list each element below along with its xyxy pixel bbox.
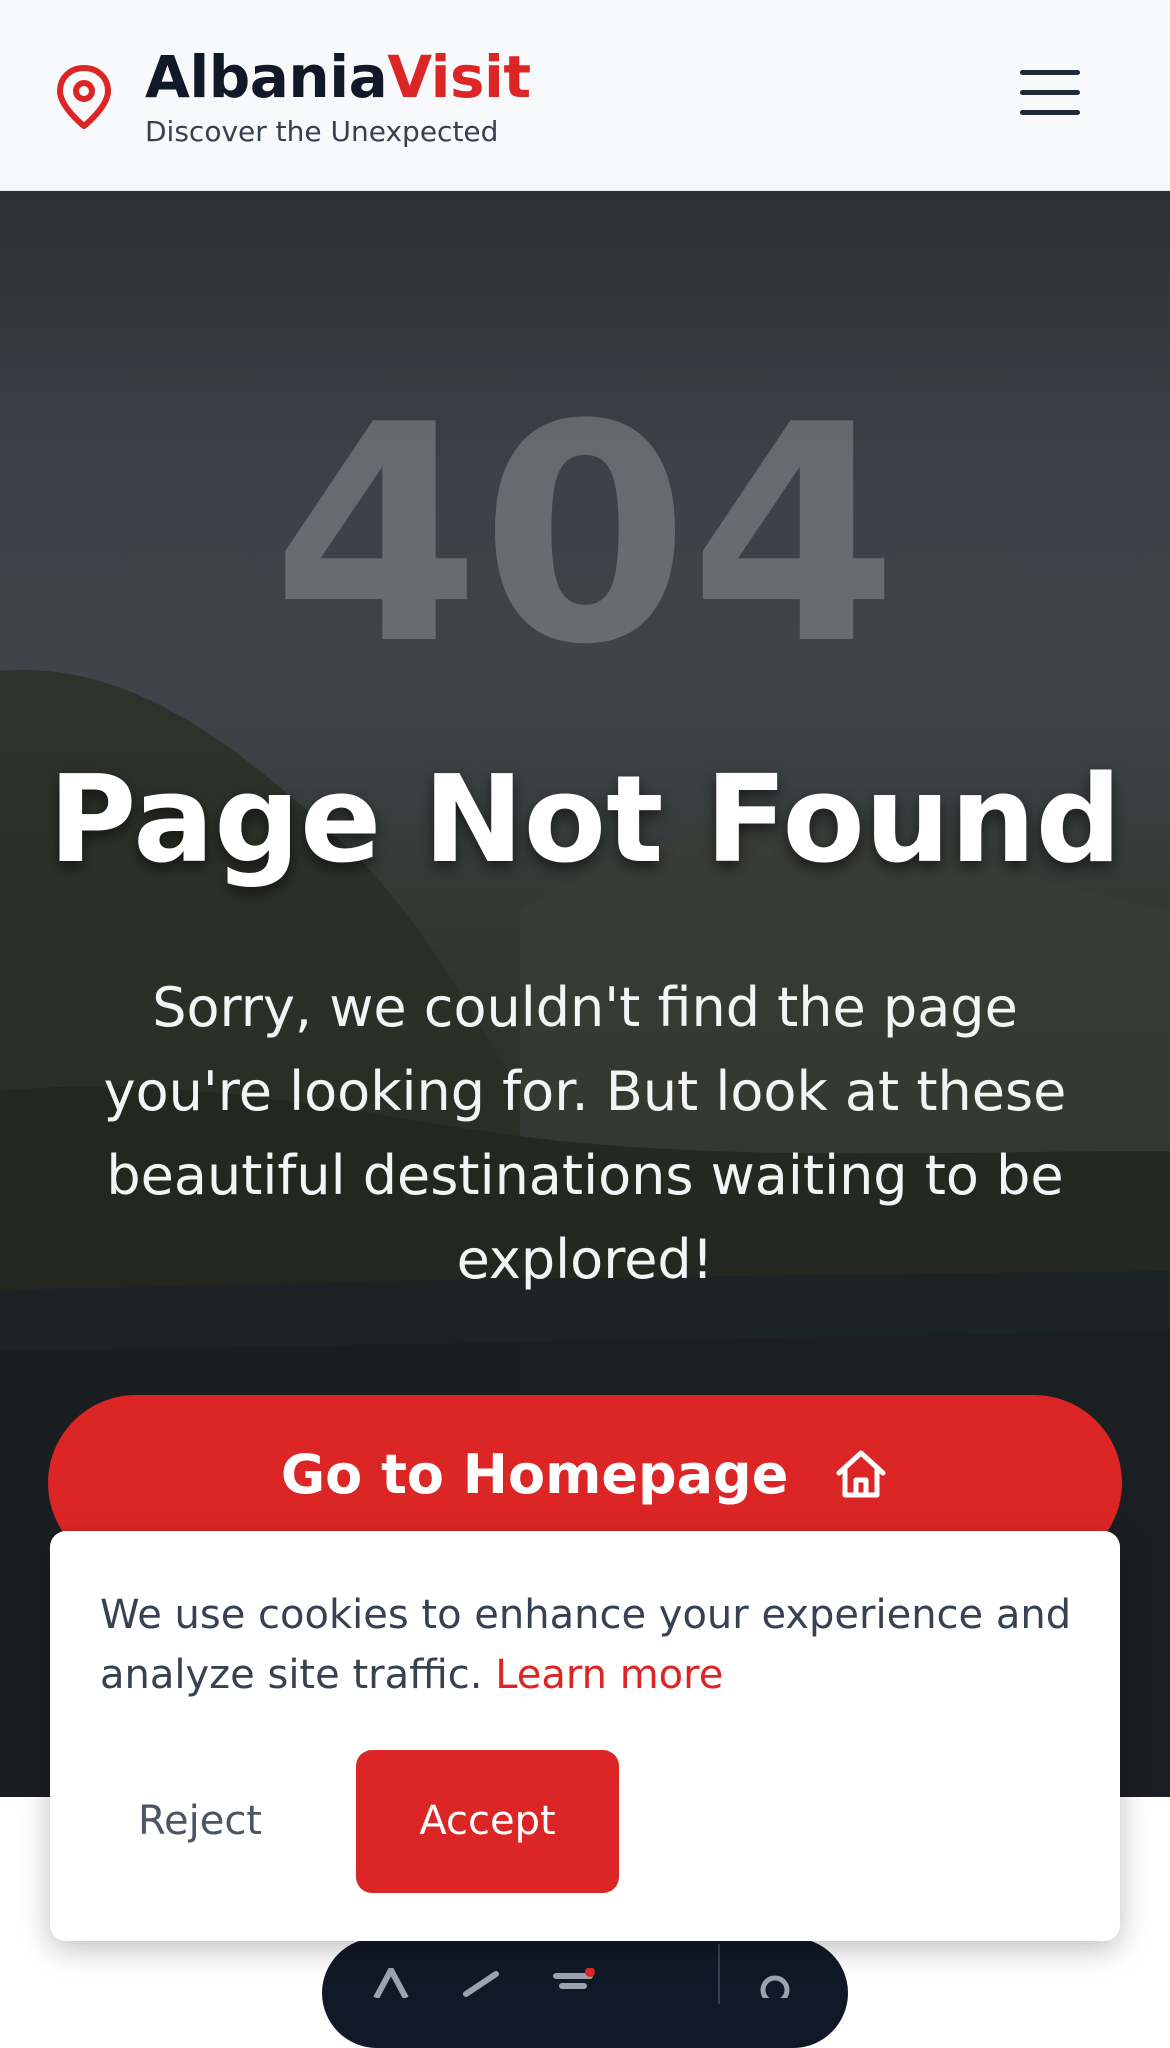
reject-cookies-button[interactable]: Reject: [110, 1750, 290, 1893]
toolbar-divider: [718, 1944, 720, 2004]
settings-gear-icon[interactable]: [752, 1968, 798, 1998]
error-code: 404: [271, 361, 899, 710]
go-to-homepage-label: Go to Homepage: [280, 1443, 789, 1506]
floating-toolbar[interactable]: [322, 1938, 848, 2048]
brand-tagline: Discover the Unexpected: [145, 115, 499, 148]
brand-name: Albania: [145, 43, 388, 111]
error-description: Sorry, we couldn't find the page you're …: [103, 976, 1067, 1291]
hamburger-menu-icon[interactable]: [1020, 70, 1080, 122]
map-pin-icon: [57, 65, 111, 129]
page-title: Page Not Found: [48, 751, 1122, 890]
accept-cookies-button[interactable]: Accept: [356, 1750, 619, 1893]
brush-icon[interactable]: [458, 1968, 504, 1998]
cookie-consent-banner: We use cookies to enhance your experienc…: [50, 1531, 1120, 1941]
cookie-message: We use cookies to enhance your experienc…: [100, 1585, 1080, 1705]
home-icon: [836, 1450, 886, 1498]
filter-icon[interactable]: [550, 1968, 596, 1998]
brand-logo[interactable]: AlbaniaVisit: [145, 48, 531, 106]
brand-name-accent: Visit: [387, 43, 531, 111]
site-header: AlbaniaVisit Discover the Unexpected: [0, 0, 1170, 191]
text-size-icon[interactable]: [368, 1968, 414, 1998]
learn-more-link[interactable]: Learn more: [495, 1652, 723, 1698]
